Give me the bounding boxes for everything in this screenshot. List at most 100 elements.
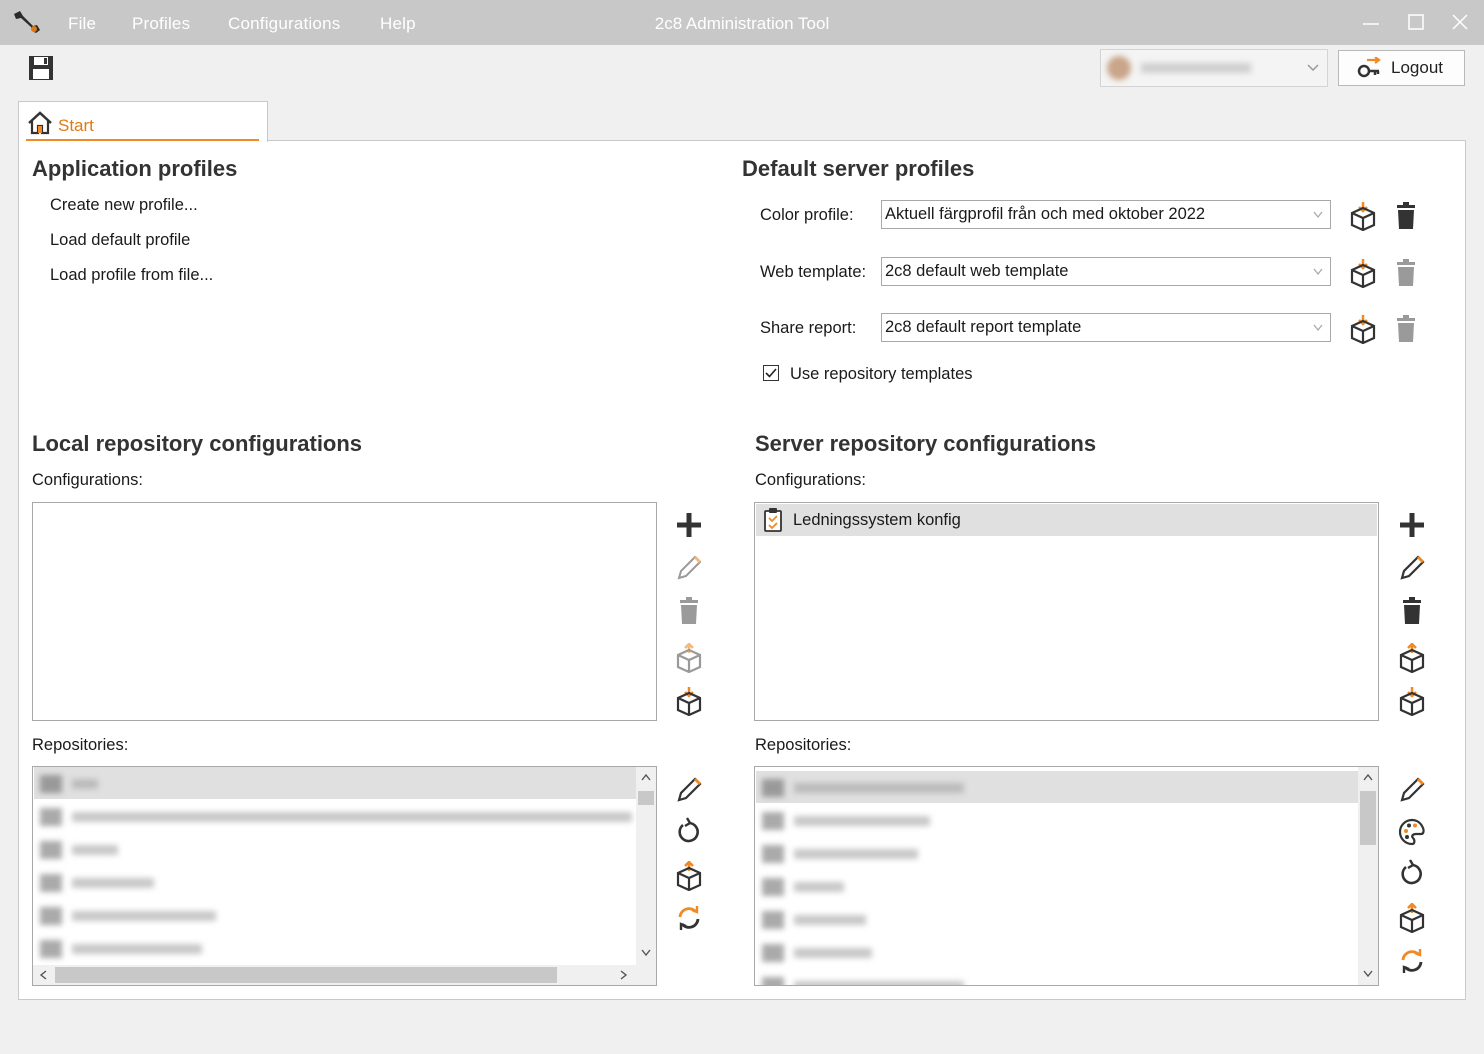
web-template-select[interactable]: 2c8 default web template (881, 257, 1331, 286)
list-item[interactable] (756, 969, 1359, 985)
logout-label: Logout (1391, 58, 1443, 77)
window-title: 2c8 Administration Tool (654, 14, 830, 33)
chevron-down-icon (1307, 64, 1319, 72)
trash-icon[interactable] (1397, 596, 1427, 626)
use-repository-templates-label: Use repository templates (790, 365, 973, 383)
palette-icon[interactable] (1397, 817, 1427, 847)
list-item[interactable] (756, 936, 1359, 968)
load-profile-from-file-link[interactable]: Load profile from file... (50, 266, 213, 285)
reset-icon[interactable] (1397, 859, 1427, 889)
color-profile-select[interactable]: Aktuell färgprofil från och med oktober … (881, 200, 1331, 229)
tab-start-label: Start (58, 116, 94, 135)
add-icon[interactable] (674, 510, 704, 540)
scrollbar-thumb[interactable] (638, 791, 654, 805)
key-exit-icon (1357, 57, 1381, 78)
chevron-up-icon[interactable] (641, 773, 651, 781)
list-item[interactable] (756, 870, 1359, 902)
import-package-icon[interactable] (1397, 686, 1427, 716)
share-report-value: 2c8 default report template (885, 318, 1082, 336)
tab-underline (26, 139, 259, 141)
local-configurations-list[interactable] (32, 502, 657, 721)
list-item[interactable] (756, 804, 1359, 836)
menu-configurations[interactable]: Configurations (228, 14, 340, 34)
local-repositories-label: Repositories: (32, 736, 129, 754)
chevron-down-icon (1313, 268, 1323, 276)
export-package-icon[interactable] (674, 861, 704, 891)
chevron-up-icon[interactable] (1363, 773, 1373, 781)
trash-icon (680, 597, 698, 624)
close-icon[interactable] (1440, 8, 1480, 38)
checkmark-icon (765, 368, 777, 378)
export-package-icon[interactable] (1397, 903, 1427, 933)
list-item[interactable] (756, 903, 1359, 935)
list-item[interactable]: Ledningssystem konfig (756, 504, 1377, 536)
load-default-profile-link[interactable]: Load default profile (50, 231, 190, 250)
logout-button[interactable]: Logout (1338, 50, 1465, 86)
web-template-label: Web template: (760, 263, 867, 281)
menu-file[interactable]: File (68, 14, 96, 34)
list-item[interactable] (34, 767, 637, 799)
minimize-icon[interactable] (1351, 8, 1391, 38)
chevron-down-icon[interactable] (1363, 970, 1373, 978)
horizontal-scrollbar[interactable] (33, 965, 656, 985)
menu-help[interactable]: Help (380, 14, 416, 34)
sync-icon[interactable] (674, 903, 704, 933)
list-item[interactable] (34, 899, 637, 931)
edit-icon[interactable] (1397, 553, 1427, 583)
edit-icon[interactable] (674, 775, 704, 805)
create-new-profile-link[interactable]: Create new profile... (50, 196, 198, 215)
color-profile-value: Aktuell färgprofil från och med oktober … (885, 205, 1206, 223)
local-configurations-label: Configurations: (32, 471, 143, 489)
application-profiles-title: Application profiles (32, 156, 238, 181)
title-bar: File Profiles Configurations Help 2c8 Ad… (0, 0, 1484, 45)
wrench-icon[interactable] (10, 8, 42, 36)
export-package-icon[interactable] (1397, 643, 1427, 673)
share-report-label: Share report: (760, 319, 857, 337)
scrollbar-thumb[interactable] (1360, 791, 1376, 845)
edit-icon[interactable] (1397, 775, 1427, 805)
import-package-icon[interactable] (1348, 314, 1378, 344)
tab-start[interactable]: Start (18, 101, 268, 142)
trash-icon (1397, 315, 1415, 342)
use-repository-templates-checkbox[interactable] (763, 365, 779, 381)
export-package-icon (676, 643, 702, 673)
scrollbar-thumb[interactable] (55, 967, 557, 983)
home-icon (28, 111, 52, 135)
server-repo-title: Server repository configurations (755, 431, 1097, 456)
server-configurations-label: Configurations: (755, 471, 866, 489)
import-package-icon[interactable] (1348, 258, 1378, 288)
maximize-icon[interactable] (1396, 8, 1436, 38)
vertical-scrollbar[interactable] (636, 767, 656, 965)
vertical-scrollbar[interactable] (1358, 767, 1378, 985)
chevron-down-icon[interactable] (641, 949, 651, 957)
menu-profiles[interactable]: Profiles (132, 14, 190, 34)
chevron-right-icon[interactable] (620, 970, 628, 980)
reset-icon[interactable] (674, 817, 704, 847)
default-server-profiles-title: Default server profiles (742, 156, 975, 181)
share-report-select[interactable]: 2c8 default report template (881, 313, 1331, 342)
chevron-left-icon[interactable] (39, 970, 47, 980)
user-combo[interactable] (1100, 49, 1328, 87)
list-item[interactable] (34, 800, 637, 832)
chevron-down-icon (1313, 211, 1323, 219)
trash-icon[interactable] (1391, 201, 1421, 231)
local-repositories-list[interactable] (32, 766, 657, 986)
list-item[interactable] (34, 866, 637, 898)
configuration-name: Ledningssystem konfig (793, 511, 961, 529)
server-repositories-list[interactable] (754, 766, 1379, 986)
list-item[interactable] (756, 837, 1359, 869)
list-item[interactable] (34, 932, 637, 964)
list-item[interactable] (34, 833, 637, 865)
import-package-icon[interactable] (674, 686, 704, 716)
server-configurations-list[interactable]: Ledningssystem konfig (754, 502, 1379, 721)
import-package-icon[interactable] (1348, 201, 1378, 231)
edit-icon (677, 555, 702, 580)
local-repo-title: Local repository configurations (32, 431, 363, 456)
list-item[interactable] (756, 771, 1359, 803)
add-icon[interactable] (1397, 510, 1427, 540)
save-icon[interactable] (28, 55, 54, 81)
server-repositories-label: Repositories: (755, 736, 852, 754)
chevron-down-icon (1313, 324, 1323, 332)
web-template-value: 2c8 default web template (885, 262, 1069, 280)
sync-icon[interactable] (1397, 946, 1427, 976)
